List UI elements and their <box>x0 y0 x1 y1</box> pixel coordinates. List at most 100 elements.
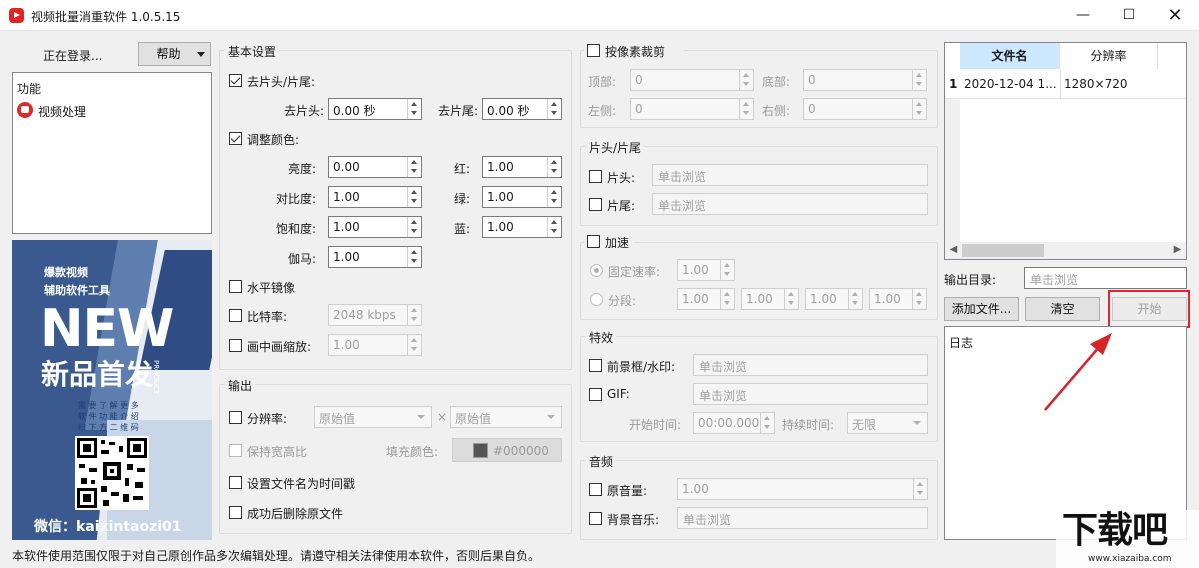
spin-arrows-icon[interactable] <box>912 70 926 90</box>
gif-file-input[interactable]: 单击浏览 <box>693 383 928 405</box>
scroll-thumb[interactable] <box>962 244 1044 257</box>
saturation-input[interactable]: 1.00 <box>328 216 422 238</box>
gamma-input[interactable]: 1.00 <box>328 246 422 268</box>
trim-tail-input[interactable]: 0.00 秒 <box>482 98 562 120</box>
spin-arrows-icon[interactable] <box>407 247 421 267</box>
watermark: 下载吧 www.xiazaiba.com <box>1056 510 1199 568</box>
orig-volume-checkbox[interactable] <box>589 483 602 496</box>
gif-checkbox[interactable] <box>589 388 602 401</box>
clear-button[interactable]: 清空 <box>1025 297 1100 321</box>
timestamp-checkbox[interactable] <box>229 476 242 489</box>
pip-checkbox[interactable] <box>229 339 242 352</box>
spin-arrows-icon[interactable] <box>848 289 862 309</box>
segment-1-input[interactable]: 1.00 <box>677 288 735 310</box>
crop-right-input[interactable]: 0 <box>803 98 927 120</box>
head-file-input[interactable]: 单击浏览 <box>652 164 928 186</box>
spin-arrows-icon[interactable] <box>407 217 421 237</box>
bitrate-checkbox[interactable] <box>229 309 242 322</box>
minimize-button[interactable]: — <box>1060 0 1106 31</box>
maximize-button[interactable]: ☐ <box>1106 0 1152 31</box>
delete-checkbox[interactable] <box>229 506 242 519</box>
spin-arrows-icon[interactable] <box>407 99 421 119</box>
tail-checkbox[interactable] <box>589 198 602 211</box>
column-resolution[interactable]: 分辨率 <box>1060 43 1158 69</box>
trim-checkbox[interactable] <box>229 74 242 87</box>
res-width-select[interactable]: 原始值 <box>314 406 432 428</box>
spin-arrows-icon[interactable] <box>407 187 421 207</box>
frame-placeholder: 单击浏览 <box>699 360 748 374</box>
bgm-checkbox[interactable] <box>589 512 602 525</box>
segment-4-input[interactable]: 1.00 <box>869 288 927 310</box>
spin-arrows-icon[interactable] <box>547 217 561 237</box>
trim-head-input[interactable]: 0.00 秒 <box>328 98 422 120</box>
segment-radio[interactable] <box>590 293 603 306</box>
spin-arrows-icon[interactable] <box>407 157 421 177</box>
spin-arrows-icon[interactable] <box>407 305 421 325</box>
column-filename[interactable]: 文件名 <box>960 43 1060 69</box>
tail-file-input[interactable]: 单击浏览 <box>652 193 928 215</box>
fixed-rate-radio[interactable] <box>590 264 603 277</box>
frame-file-input[interactable]: 单击浏览 <box>693 354 928 376</box>
res-height-select[interactable]: 原始值 <box>450 406 562 428</box>
green-input[interactable]: 1.00 <box>482 186 562 208</box>
spin-arrows-icon[interactable] <box>912 289 926 309</box>
res-width-value: 原始值 <box>319 412 356 426</box>
spin-arrows-icon[interactable] <box>912 99 926 119</box>
fixed-rate-input[interactable]: 1.00 <box>677 259 735 281</box>
output-dir-input[interactable]: 单击浏览 <box>1024 267 1187 289</box>
speed-checkbox[interactable] <box>587 235 600 248</box>
frame-checkbox[interactable] <box>589 359 602 372</box>
bitrate-input[interactable]: 2048 kbps <box>328 304 422 326</box>
start-button[interactable]: 开始 <box>1112 297 1187 321</box>
spin-arrows-icon[interactable] <box>720 260 734 280</box>
orig-volume-input[interactable]: 1.00 <box>677 478 928 500</box>
brightness-label: 亮度: <box>287 162 316 176</box>
crop-bottom-label: 底部: <box>762 75 791 89</box>
head-checkbox[interactable] <box>589 170 602 183</box>
red-input[interactable]: 1.00 <box>482 156 562 178</box>
table-row[interactable]: 1 2020-12-04 1... 1280×720 <box>945 69 1186 99</box>
segment-3-input[interactable]: 1.00 <box>805 288 863 310</box>
crop-left-input[interactable]: 0 <box>630 98 754 120</box>
spin-arrows-icon[interactable] <box>913 479 927 499</box>
spin-arrows-icon[interactable] <box>739 70 753 90</box>
horizontal-scrollbar[interactable]: ◀ ▶ <box>945 242 1186 259</box>
add-file-button[interactable]: 添加文件... <box>944 297 1019 321</box>
row-index: 1 <box>949 77 958 91</box>
ad-wechat: 微信：kaixintaozi01 <box>34 519 182 535</box>
brightness-input[interactable]: 0.00 <box>328 156 422 178</box>
saturation-value: 1.00 <box>333 220 360 234</box>
spin-arrows-icon[interactable] <box>760 413 774 433</box>
help-button[interactable]: 帮助 <box>138 42 211 66</box>
gif-start-input[interactable]: 00:00.000 <box>693 412 775 434</box>
segment-2-input[interactable]: 1.00 <box>741 288 799 310</box>
crop-top-input[interactable]: 0 <box>630 69 754 91</box>
spin-arrows-icon[interactable] <box>739 99 753 119</box>
ad-banner[interactable]: 爆款视频 辅助软件工具 NEW 新品首发 PRODUCT 需 要 了 解 更 多… <box>12 240 212 540</box>
keep-ratio-checkbox[interactable] <box>229 444 242 457</box>
spin-arrows-icon[interactable] <box>547 157 561 177</box>
spin-arrows-icon[interactable] <box>547 187 561 207</box>
crop-bottom-input[interactable]: 0 <box>803 69 927 91</box>
crop-checkbox[interactable] <box>587 44 600 57</box>
blue-input[interactable]: 1.00 <box>482 216 562 238</box>
spin-arrows-icon[interactable] <box>547 99 561 119</box>
pip-input[interactable]: 1.00 <box>328 334 422 356</box>
trim-label: 去片头/片尾: <box>247 75 316 89</box>
spin-arrows-icon[interactable] <box>407 335 421 355</box>
resolution-checkbox[interactable] <box>229 411 242 424</box>
crop-left-value: 0 <box>635 102 643 116</box>
scroll-right-icon[interactable]: ▶ <box>1169 242 1186 259</box>
scroll-left-icon[interactable]: ◀ <box>945 242 962 259</box>
contrast-input[interactable]: 1.00 <box>328 186 422 208</box>
function-item-video[interactable]: 视频处理 <box>38 103 86 120</box>
spin-arrows-icon[interactable] <box>720 289 734 309</box>
spin-arrows-icon[interactable] <box>784 289 798 309</box>
color-checkbox[interactable] <box>229 132 242 145</box>
close-button[interactable]: ✕ <box>1152 0 1198 31</box>
bgm-file-input[interactable]: 单击浏览 <box>677 507 928 529</box>
mirror-checkbox[interactable] <box>229 280 242 293</box>
fill-color-button[interactable]: #000000 <box>452 438 562 462</box>
gif-duration-select[interactable]: 无限 <box>847 412 928 434</box>
red-label: 红: <box>453 162 470 176</box>
